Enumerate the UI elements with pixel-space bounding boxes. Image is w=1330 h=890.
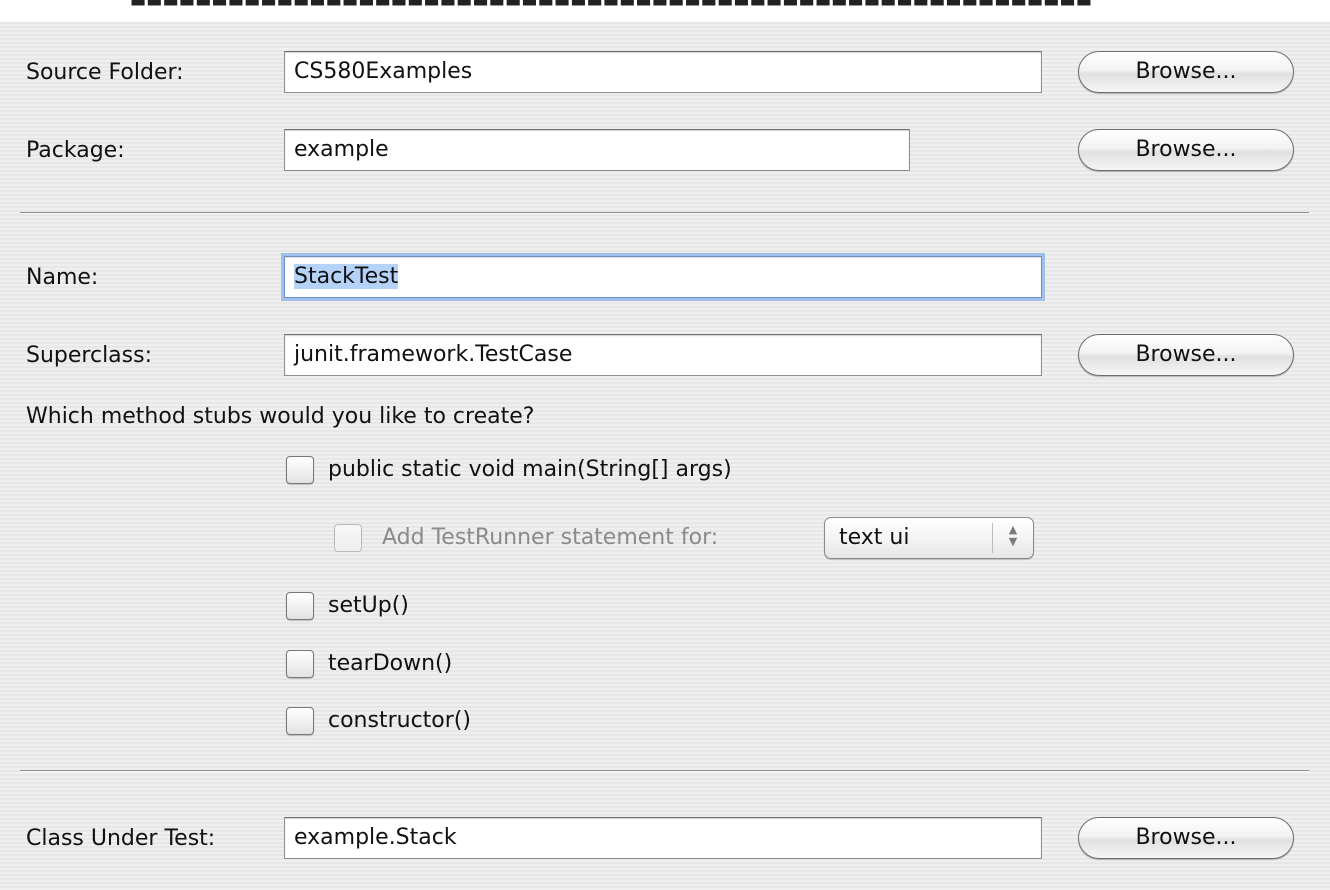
superclass-browse-button[interactable]: Browse... xyxy=(1078,334,1294,376)
package-field[interactable]: example xyxy=(284,129,910,171)
name-label: Name: xyxy=(26,265,99,290)
up-down-arrows-icon: ▲ ▼ xyxy=(1008,523,1018,548)
main-method-checkbox-label: public static void main(String[] args) xyxy=(328,457,732,482)
package-browse-button[interactable]: Browse... xyxy=(1078,129,1294,171)
testrunner-type-select[interactable]: text ui ▲ ▼ xyxy=(824,517,1034,559)
teardown-checkbox-label: tearDown() xyxy=(328,651,453,676)
setup-checkbox[interactable] xyxy=(286,592,314,620)
class-under-test-browse-button[interactable]: Browse... xyxy=(1078,817,1294,859)
testrunner-checkbox[interactable] xyxy=(334,524,362,552)
header-partial-text: ■■■■■■■■■■■■■■■■■■■■■■■■■■■■■■■■■■■■■■■■… xyxy=(130,0,1092,14)
constructor-checkbox-row[interactable]: constructor() xyxy=(286,705,586,737)
select-divider xyxy=(992,523,993,553)
source-folder-field[interactable]: CS580Examples xyxy=(284,51,1042,93)
source-folder-label: Source Folder: xyxy=(26,60,184,85)
method-stubs-question: Which method stubs would you like to cre… xyxy=(26,404,535,429)
top-cutoff-strip: ■■■■■■■■■■■■■■■■■■■■■■■■■■■■■■■■■■■■■■■■… xyxy=(0,0,1330,22)
setup-checkbox-row[interactable]: setUp() xyxy=(286,590,586,622)
testrunner-checkbox-row[interactable]: Add TestRunner statement for: xyxy=(334,522,814,554)
source-folder-browse-button[interactable]: Browse... xyxy=(1078,51,1294,93)
constructor-checkbox[interactable] xyxy=(286,707,314,735)
class-under-test-field[interactable]: example.Stack xyxy=(284,817,1042,859)
name-field-selected-text: StackTest xyxy=(294,264,399,289)
superclass-field[interactable]: junit.framework.TestCase xyxy=(284,334,1042,376)
superclass-label: Superclass: xyxy=(26,343,152,368)
testrunner-type-value: text ui xyxy=(839,525,910,550)
constructor-checkbox-label: constructor() xyxy=(328,708,471,733)
separator xyxy=(20,770,1309,772)
setup-checkbox-label: setUp() xyxy=(328,593,409,618)
testrunner-checkbox-label: Add TestRunner statement for: xyxy=(382,525,719,550)
separator xyxy=(20,212,1309,214)
teardown-checkbox[interactable] xyxy=(286,650,314,678)
main-method-checkbox-row[interactable]: public static void main(String[] args) xyxy=(286,454,846,486)
class-under-test-label: Class Under Test: xyxy=(26,826,216,851)
main-method-checkbox[interactable] xyxy=(286,456,314,484)
teardown-checkbox-row[interactable]: tearDown() xyxy=(286,648,586,680)
package-label: Package: xyxy=(26,138,125,163)
name-field[interactable]: StackTest xyxy=(284,256,1042,298)
